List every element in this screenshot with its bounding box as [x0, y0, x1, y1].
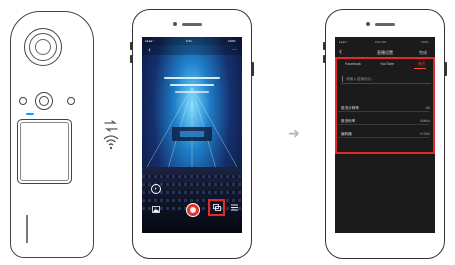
done-button[interactable]: 完成 [419, 50, 427, 56]
phone-volume-button [323, 42, 326, 50]
phone-front-camera [173, 22, 177, 26]
camera-right-button [67, 97, 75, 105]
phone-front-camera [366, 22, 370, 26]
gallery-icon[interactable] [151, 205, 160, 214]
phone-volume-button [130, 42, 133, 50]
phone-speaker [182, 23, 202, 26]
wifi-connection-icon [103, 120, 119, 150]
status-time: 9:41 AM [375, 39, 387, 44]
seat-row [142, 175, 242, 178]
status-carrier: ●●●●○ [145, 39, 155, 43]
phone-volume-button [130, 55, 133, 63]
nav-title: 直播设置 [377, 49, 393, 55]
arrow-right-icon: ➜ [288, 125, 300, 141]
seat-row [142, 199, 242, 202]
gyro-icon[interactable]: ◐ [151, 184, 161, 194]
settings-panel-highlight [335, 57, 435, 154]
camera-shutter-inner [39, 96, 49, 106]
back-icon[interactable]: ‹ [145, 46, 154, 55]
status-bar: ●●●●○ 9:41 AM 100% [335, 37, 435, 46]
camera-left-button [19, 97, 27, 105]
settings-button-highlight [208, 199, 225, 216]
status-time: 9:41 [186, 39, 192, 43]
status-battery: 100% [228, 39, 236, 43]
phone-power-button [444, 62, 447, 76]
status-battery: 100% [421, 39, 429, 44]
status-bar: ●●●●○ 9:41 100% [142, 37, 242, 45]
stage-scene [146, 86, 238, 175]
back-icon[interactable]: ‹ [339, 46, 342, 57]
camera-status-led [26, 113, 34, 115]
phone-power-button [251, 62, 254, 76]
camera-side-slot [26, 215, 28, 243]
status-carrier: ●●●●○ [339, 39, 349, 44]
menu-icon[interactable] [230, 203, 239, 212]
camera-display-inner [20, 122, 69, 181]
live-record-dot [190, 207, 196, 213]
camera-lens-center [35, 39, 51, 55]
more-icon[interactable]: ⋯ [230, 46, 239, 55]
live-top-bar [142, 45, 242, 55]
phone-volume-button [323, 55, 326, 63]
phone-speaker [375, 23, 395, 26]
